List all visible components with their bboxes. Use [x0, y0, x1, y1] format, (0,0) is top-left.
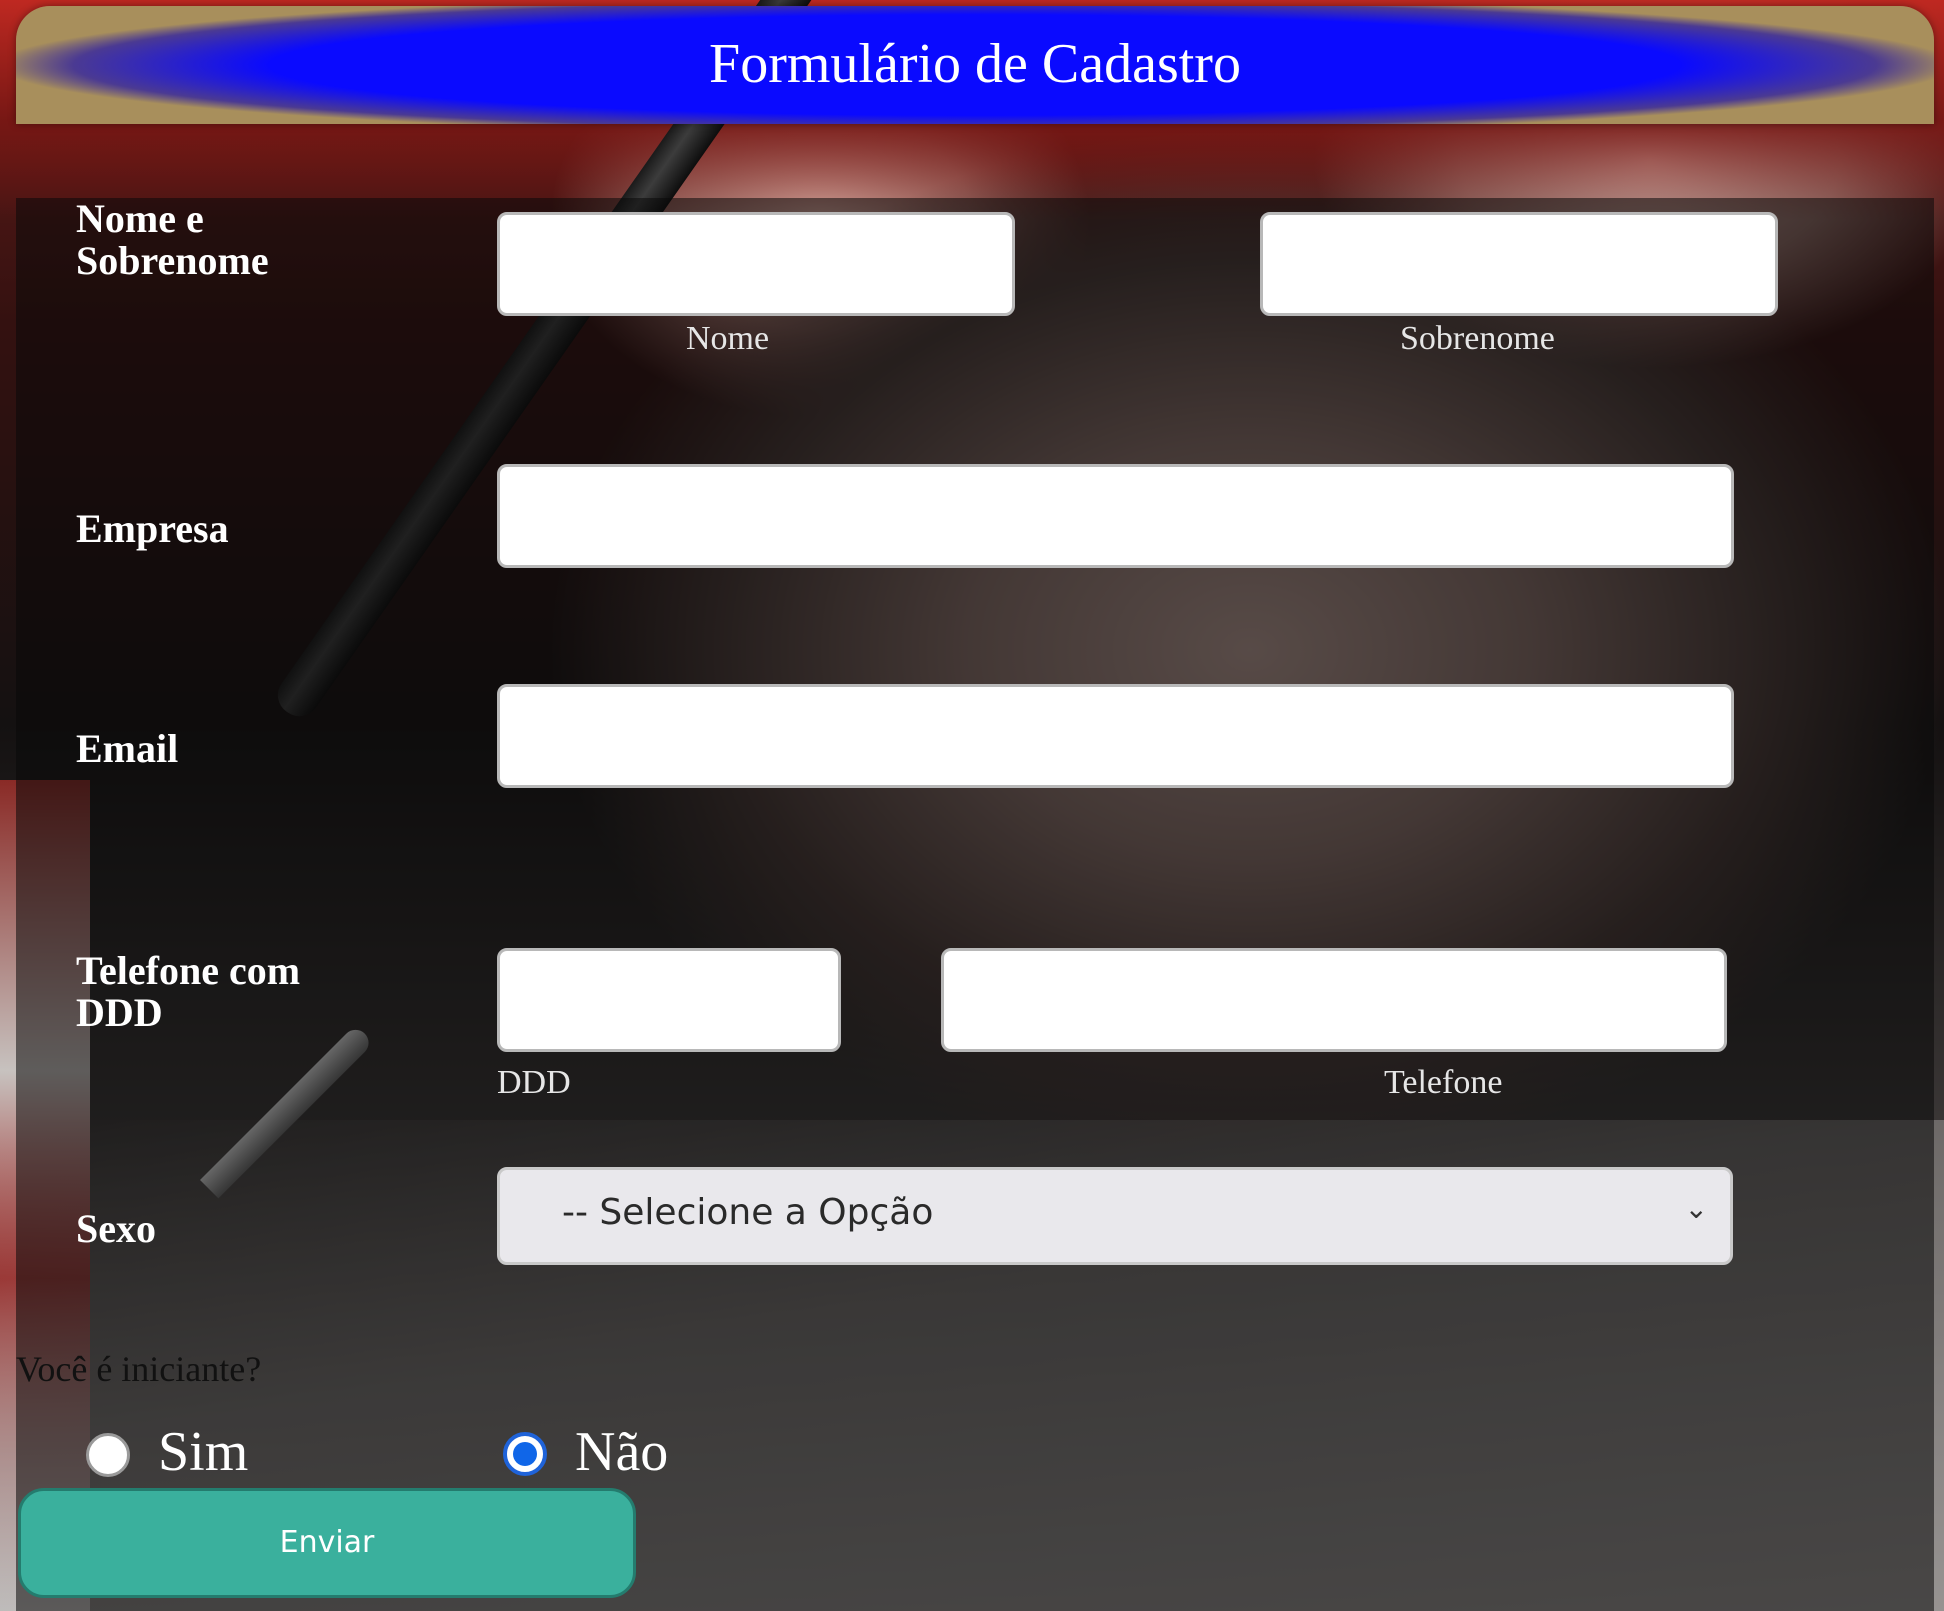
- chevron-down-icon: ⌄: [1684, 1192, 1708, 1225]
- radio-sim-label: Sim: [158, 1421, 249, 1483]
- name-label-line1: Nome e: [76, 196, 204, 241]
- phone-caption: Telefone: [1384, 1064, 1503, 1101]
- beginner-question: Você é iniciante?: [16, 1349, 262, 1389]
- first-name-caption: Nome: [686, 320, 770, 357]
- sex-label: Sexo: [76, 1206, 156, 1251]
- page-header: Formulário de Cadastro: [16, 6, 1934, 124]
- company-label: Empresa: [76, 506, 229, 551]
- phone-label: Telefone com DDD: [76, 950, 300, 1034]
- ddd-caption: DDD: [497, 1064, 571, 1101]
- phone-input[interactable]: [941, 948, 1727, 1052]
- last-name-caption: Sobrenome: [1400, 320, 1555, 357]
- submit-button[interactable]: Enviar: [18, 1488, 636, 1598]
- radio-nao-label: Não: [575, 1421, 669, 1483]
- name-label-line2: Sobrenome: [76, 238, 269, 283]
- email-label: Email: [76, 726, 179, 771]
- phone-label-line2: DDD: [76, 990, 163, 1035]
- ddd-input[interactable]: [497, 948, 841, 1052]
- sex-select-value: -- Selecione a Opção: [562, 1192, 934, 1233]
- name-label: Nome e Sobrenome: [76, 198, 269, 282]
- radio-sim[interactable]: [86, 1433, 130, 1477]
- company-input[interactable]: [497, 464, 1734, 568]
- email-input[interactable]: [497, 684, 1734, 788]
- registration-form: Nome e Sobrenome Nome Sobrenome Empresa …: [16, 198, 1934, 1611]
- sex-select[interactable]: -- Selecione a Opção ⌄: [497, 1167, 1733, 1265]
- radio-nao[interactable]: [503, 1432, 547, 1476]
- page-title: Formulário de Cadastro: [709, 33, 1241, 95]
- first-name-input[interactable]: [497, 212, 1015, 316]
- phone-label-line1: Telefone com: [76, 948, 301, 993]
- last-name-input[interactable]: [1260, 212, 1778, 316]
